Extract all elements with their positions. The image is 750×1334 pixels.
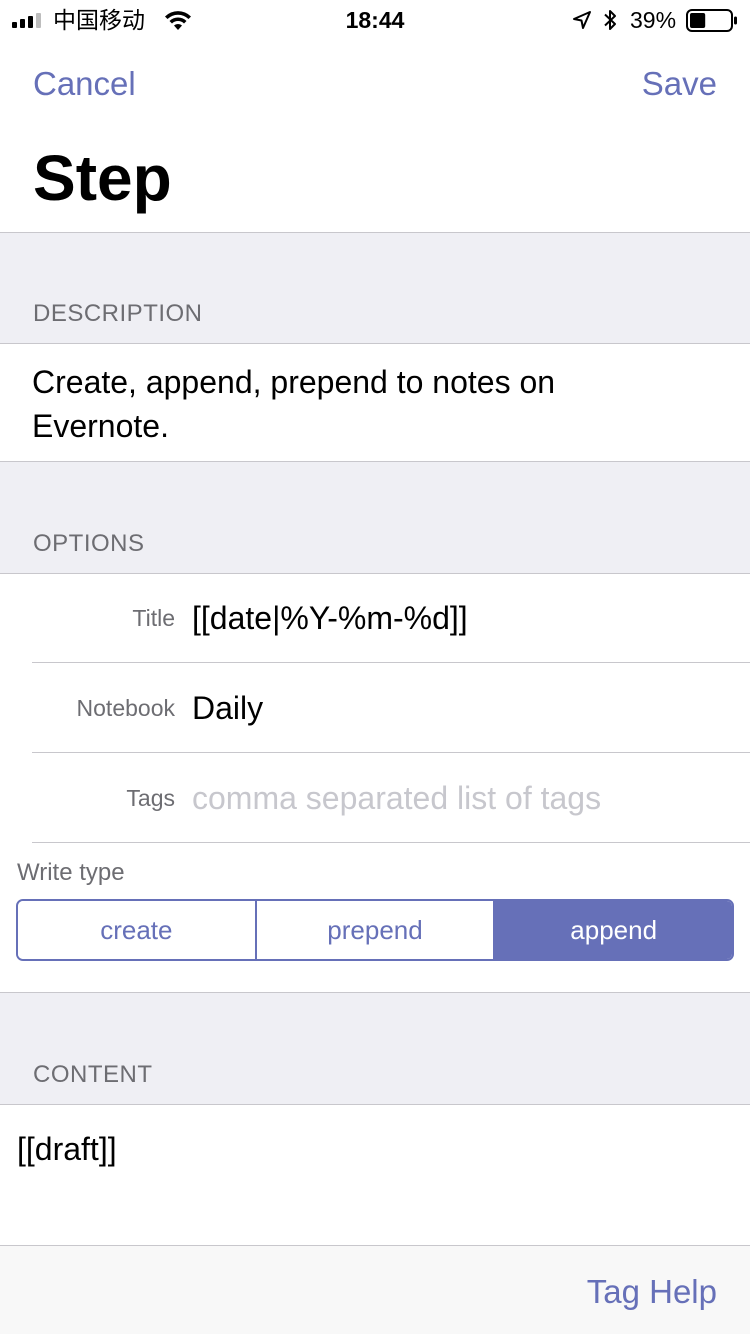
segment-prepend[interactable]: prepend: [254, 901, 494, 959]
divider: [0, 573, 750, 574]
segment-create[interactable]: create: [18, 901, 255, 959]
write-type-label: Write type: [17, 859, 125, 886]
title-input[interactable]: [192, 598, 722, 638]
battery-percent: 39%: [630, 7, 677, 33]
divider: [32, 752, 750, 753]
page-title: Step: [33, 142, 172, 214]
bluetooth-icon: [604, 10, 616, 30]
divider: [32, 662, 750, 663]
divider: [0, 343, 750, 344]
description-text: Create, append, prepend to notes on Ever…: [32, 364, 556, 444]
divider: [32, 842, 750, 843]
segment-append[interactable]: append: [493, 901, 732, 959]
bottom-toolbar: Tag Help: [0, 1245, 750, 1334]
location-arrow-icon: [573, 11, 591, 29]
status-bar: 中国移动 18:44 39%: [0, 0, 750, 40]
save-button[interactable]: Save: [642, 62, 717, 106]
tags-label: Tags: [126, 785, 175, 811]
notebook-label: Notebook: [76, 695, 175, 721]
write-type-segmented-control: create prepend append: [16, 899, 734, 961]
description-header: DESCRIPTION: [33, 300, 203, 327]
cancel-button[interactable]: Cancel: [33, 62, 136, 106]
battery-icon: [686, 9, 737, 32]
notebook-input[interactable]: [192, 688, 722, 728]
title-label: Title: [132, 605, 175, 631]
tags-input[interactable]: [192, 778, 722, 818]
tag-help-button[interactable]: Tag Help: [587, 1270, 717, 1314]
content-textarea[interactable]: [[draft]]: [0, 1105, 750, 1245]
content-header: CONTENT: [33, 1061, 153, 1088]
options-header: OPTIONS: [33, 530, 145, 557]
